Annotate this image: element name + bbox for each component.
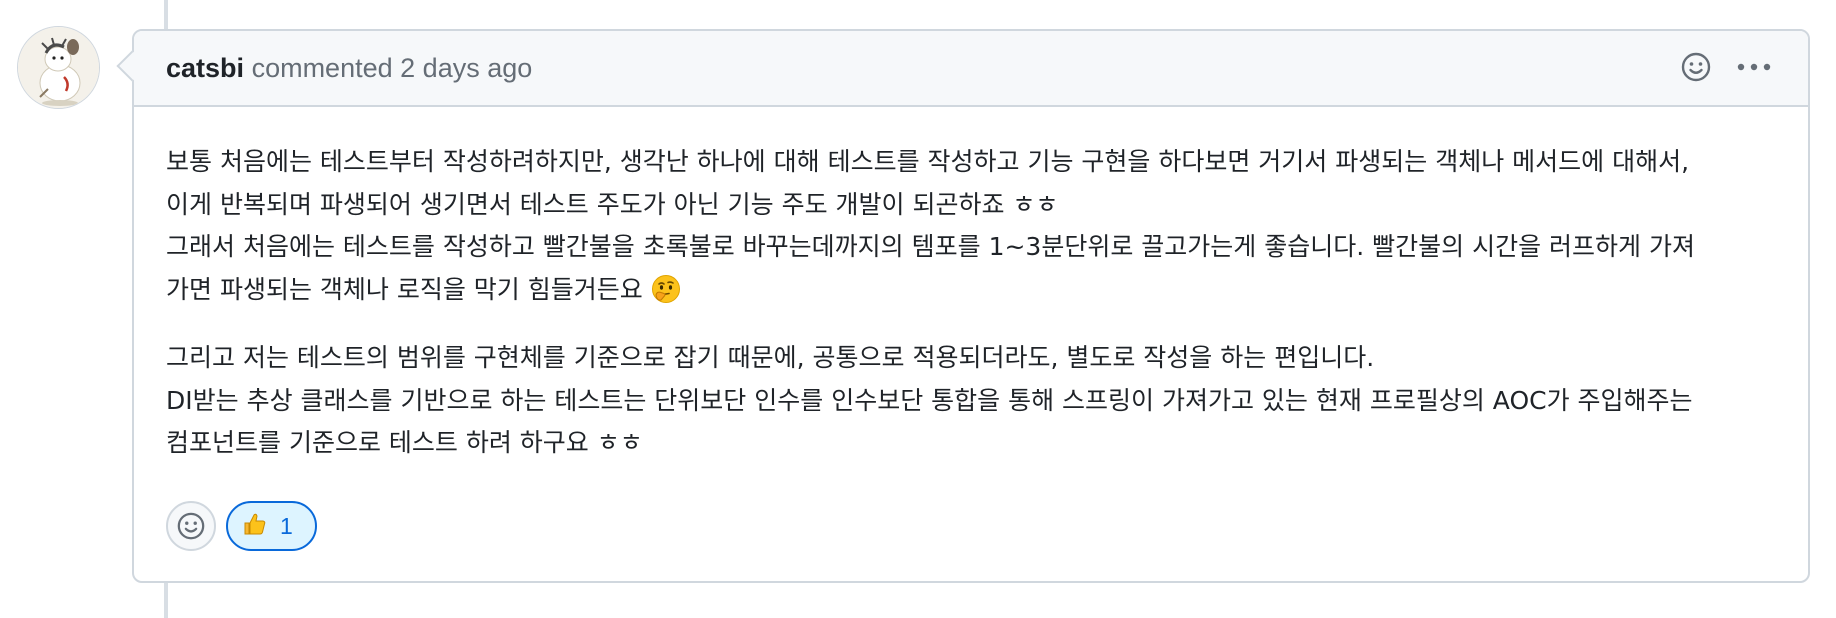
comment-box: catsbi commented 2 days ago 보통 처음에는 테스트부…: [132, 29, 1810, 583]
kebab-menu-icon: [1737, 63, 1771, 71]
add-reaction-header-button[interactable]: [1678, 49, 1714, 85]
comment-timestamp[interactable]: 2 days ago: [400, 53, 532, 83]
reaction-thumbs-up[interactable]: 1: [226, 501, 317, 551]
comment-line-text: 가면 파생되는 객체나 로직을 막기 힘들거든요: [166, 274, 643, 304]
comment-body: 보통 처음에는 테스트부터 작성하려하지만, 생각난 하나에 대해 테스트를 작…: [166, 141, 1786, 465]
comment-header: catsbi commented 2 days ago: [134, 31, 1808, 107]
comment-author[interactable]: catsbi: [166, 53, 244, 83]
reaction-count: 1: [280, 512, 293, 539]
comment-line-with-emoji: 가면 파생되는 객체나 로직을 막기 힘들거든요: [166, 269, 1786, 318]
more-options-button[interactable]: [1736, 49, 1772, 85]
comment-header-text: catsbi commented 2 days ago: [166, 51, 532, 85]
comment-line: 이게 반복되며 파생되어 생기면서 테스트 주도가 아닌 기능 주도 개발이 되…: [166, 189, 1059, 219]
comment-line: 그래서 처음에는 테스트를 작성하고 빨간불을 초록불로 바꾸는데까지의 템포를…: [166, 232, 1695, 261]
smiley-icon: [1681, 52, 1711, 82]
comment-action: commented: [251, 53, 393, 83]
avatar-image: [18, 27, 99, 108]
thumbs-up-icon: [242, 511, 268, 542]
comment-line: 그리고 저는 테스트의 범위를 구현체를 기준으로 잡기 때문에, 공통으로 적…: [166, 343, 1375, 372]
comment-paragraph: 그리고 저는 테스트의 범위를 구현체를 기준으로 잡기 때문에, 공통으로 적…: [166, 337, 1786, 465]
smiley-icon: [177, 512, 205, 540]
comment-line: 보통 처음에는 테스트부터 작성하려하지만, 생각난 하나에 대해 테스트를 작…: [166, 147, 1690, 176]
comment-line: DI받는 추상 클래스를 기반으로 하는 테스트는 단위보단 인수를 인수보단 …: [166, 385, 1693, 415]
comment-line: 컴포넌트를 기준으로 테스트 하려 하구요 ㅎㅎ: [166, 428, 643, 457]
comment-paragraph: 보통 처음에는 테스트부터 작성하려하지만, 생각난 하나에 대해 테스트를 작…: [166, 141, 1786, 317]
comment-header-actions: [1678, 49, 1772, 85]
thinking-face-icon: [651, 274, 681, 318]
add-reaction-button[interactable]: [166, 501, 216, 551]
reactions-bar: 1: [166, 501, 317, 551]
avatar[interactable]: [17, 26, 100, 109]
